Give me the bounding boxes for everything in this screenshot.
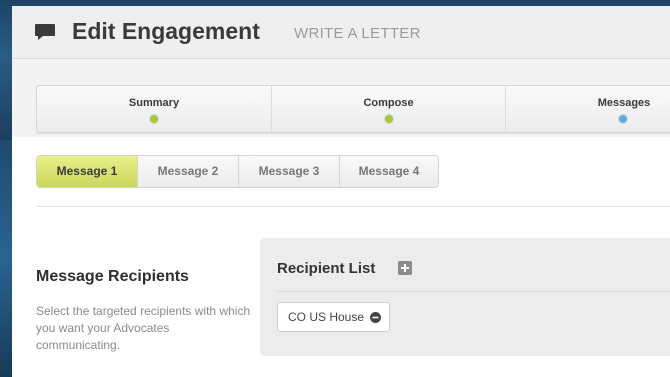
step-label: Messages xyxy=(597,97,651,109)
minus-circle-icon[interactable] xyxy=(370,311,382,323)
step-status-dot xyxy=(618,114,628,124)
recipients-heading: Message Recipients xyxy=(36,268,189,285)
step-label: Summary xyxy=(128,97,180,109)
background-image-left xyxy=(0,140,12,377)
step-wizard: Summary Compose Messages xyxy=(36,85,670,133)
page-subtitle: WRITE A LETTER xyxy=(294,25,421,42)
comment-icon xyxy=(34,23,56,41)
step-status-dot xyxy=(384,114,394,124)
step-status-dot xyxy=(149,114,159,124)
tab-message-3[interactable]: Message 3 xyxy=(239,156,340,187)
panel-divider xyxy=(277,291,670,292)
recipient-list-panel: Recipient List CO US House xyxy=(260,238,670,356)
page-header: Edit Engagement WRITE A LETTER xyxy=(12,6,670,59)
recipient-list-title: Recipient List xyxy=(277,260,376,277)
recipients-description: Select the targeted recipients with whic… xyxy=(36,304,251,352)
message-tabs: Message 1 Message 2 Message 3 Message 4 xyxy=(36,155,439,188)
recipient-chip-label: CO US House xyxy=(288,310,365,324)
tab-message-2[interactable]: Message 2 xyxy=(138,156,239,187)
step-messages[interactable]: Messages xyxy=(506,86,670,132)
plus-square-icon[interactable] xyxy=(398,261,412,275)
tab-message-4[interactable]: Message 4 xyxy=(340,156,438,187)
tab-message-1[interactable]: Message 1 xyxy=(37,156,138,187)
step-label: Compose xyxy=(363,97,414,109)
section-divider xyxy=(36,206,670,207)
step-compose[interactable]: Compose xyxy=(272,86,505,132)
page-title: Edit Engagement xyxy=(72,18,260,44)
step-summary[interactable]: Summary xyxy=(37,86,271,132)
recipient-chip[interactable]: CO US House xyxy=(277,302,391,332)
